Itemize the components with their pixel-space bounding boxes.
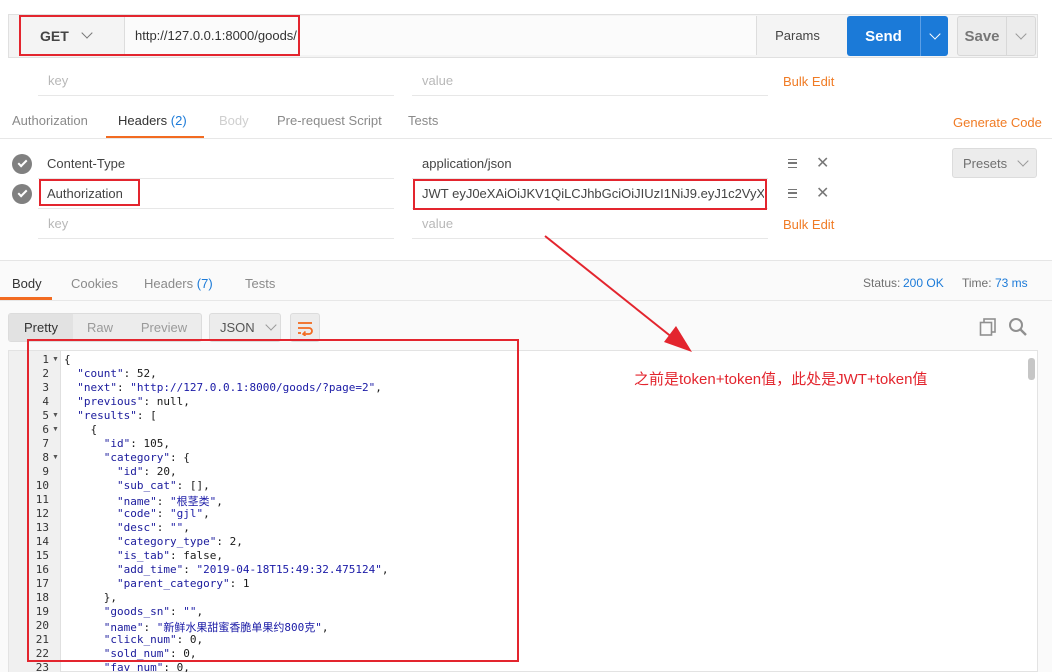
annotation-arrow <box>544 235 692 352</box>
annotation-text: 之前是token+token值，此处是JWT+token值 <box>634 371 928 388</box>
